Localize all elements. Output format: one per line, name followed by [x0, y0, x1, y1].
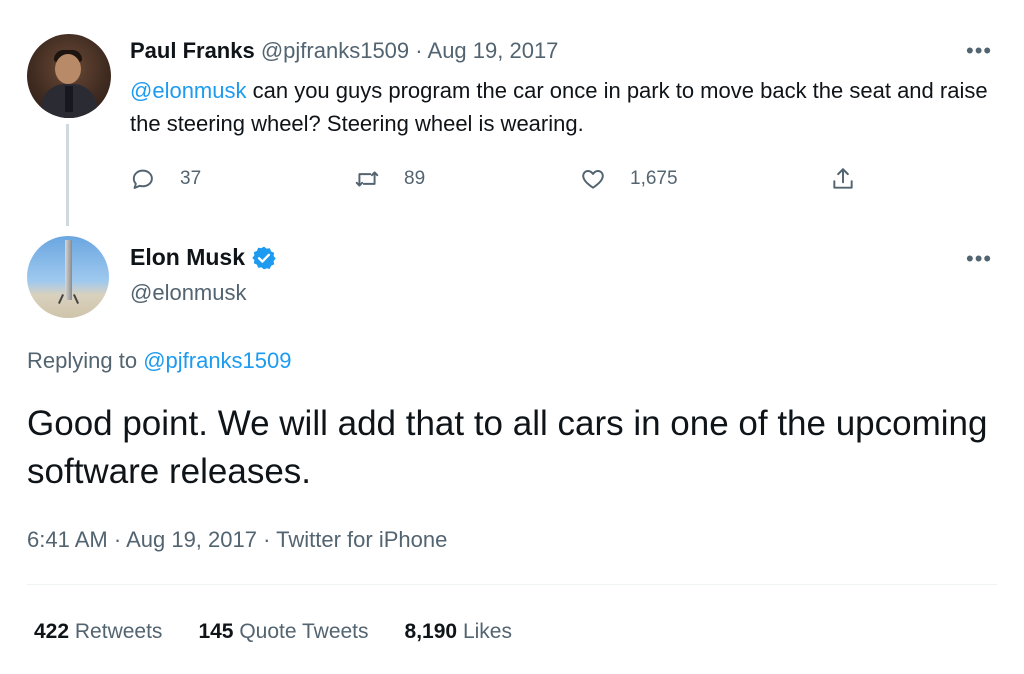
- retweets-label: Retweets: [74, 620, 163, 643]
- like-action[interactable]: 1,675: [580, 166, 678, 192]
- replying-handle-link[interactable]: @pjfranks1509: [143, 348, 291, 373]
- tweet-source[interactable]: Twitter for iPhone: [276, 527, 447, 552]
- quote-label: Quote Tweets: [239, 620, 369, 643]
- retweet-count: 89: [404, 168, 426, 189]
- main-author-row: Elon Musk: [130, 244, 277, 271]
- author-name[interactable]: Paul Franks: [130, 38, 255, 63]
- tweet-date[interactable]: Aug 19, 2017: [428, 38, 559, 63]
- replying-prefix: Replying to: [27, 348, 144, 373]
- meta-separator-2: ·: [263, 527, 271, 552]
- reply-icon: [132, 169, 153, 189]
- header-separator: ·: [415, 38, 423, 63]
- avatar-elon-musk[interactable]: [27, 236, 109, 318]
- likes-count: 8,190: [404, 620, 458, 643]
- heart-icon: [582, 170, 604, 189]
- main-author-name[interactable]: Elon Musk: [130, 244, 245, 271]
- tweet-time[interactable]: 6:41 AM: [27, 527, 108, 552]
- tweet-meta: 6:41 AM · Aug 19, 2017 · Twitter for iPh…: [27, 527, 447, 553]
- reply-count: 37: [180, 168, 202, 189]
- reply-to-tweet-text: @elonmusk can you guys program the car o…: [130, 74, 990, 140]
- retweets-count: 422: [34, 620, 70, 643]
- retweet-action[interactable]: 89: [354, 166, 425, 192]
- replying-to-line: Replying to @pjfranks1509: [27, 348, 292, 374]
- avatar-background-sign: [27, 36, 111, 46]
- verified-badge-icon: [252, 246, 276, 269]
- rocket-image: [65, 240, 72, 300]
- likes-stat[interactable]: 8,190 Likes: [405, 620, 512, 644]
- quote-count: 145: [198, 620, 234, 643]
- likes-label: Likes: [462, 620, 512, 643]
- like-count: 1,675: [630, 168, 678, 189]
- thread-connector-line: [66, 124, 69, 226]
- retweets-stat[interactable]: 422 Retweets: [34, 620, 162, 644]
- meta-separator-1: ·: [113, 527, 122, 552]
- author-handle[interactable]: @pjfranks1509: [261, 38, 409, 63]
- reply-to-tweet-header: Paul Franks @pjfranks1509 · Aug 19, 2017: [130, 38, 558, 64]
- reply-action[interactable]: 37: [130, 166, 201, 192]
- tweet-stats: 422 Retweets 145 Quote Tweets 8,190 Like…: [34, 620, 548, 644]
- more-options-button[interactable]: •••: [966, 38, 992, 64]
- mention-link[interactable]: @elonmusk: [130, 78, 247, 103]
- retweet-icon: [355, 171, 379, 187]
- share-icon: [833, 168, 853, 189]
- share-action[interactable]: [830, 166, 880, 192]
- tweet-body-text: can you guys program the car once in par…: [130, 78, 988, 136]
- avatar-paul-franks[interactable]: [27, 34, 111, 118]
- main-tweet-text: Good point. We will add that to all cars…: [27, 404, 988, 491]
- stats-divider: [27, 584, 997, 585]
- main-author-handle[interactable]: @elonmusk: [130, 280, 247, 306]
- tweet-full-date[interactable]: Aug 19, 2017: [126, 527, 257, 552]
- quote-tweets-stat[interactable]: 145 Quote Tweets: [198, 620, 368, 644]
- main-more-options-button[interactable]: •••: [966, 246, 992, 272]
